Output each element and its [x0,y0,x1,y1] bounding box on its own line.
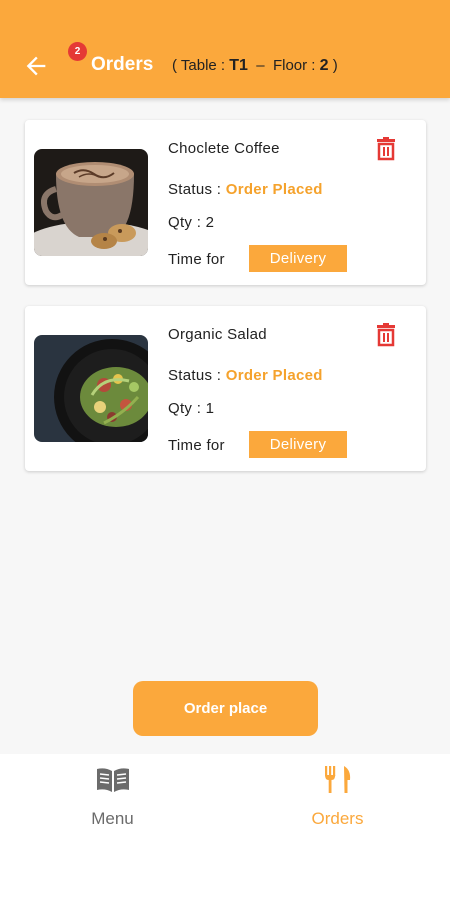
item-quantity: Qty : 1 [168,400,215,417]
nav-menu-label: Menu [91,809,134,828]
book-icon [97,768,129,792]
back-arrow-icon[interactable] [22,52,50,80]
trash-icon[interactable] [375,323,397,347]
item-name: Organic Salad [168,326,267,343]
time-for-label: Time for [168,437,225,454]
trash-icon[interactable] [375,137,397,161]
table-floor-info: ( Table : T1 – Floor : 2 ) [172,57,338,75]
delivery-chip[interactable]: Delivery [249,245,347,272]
floor-value: 2 [319,57,329,74]
order-status: Status : Order Placed [168,367,323,384]
status-label: Status : [168,181,222,198]
order-place-button[interactable]: Order place [133,681,318,736]
order-status: Status : Order Placed [168,181,323,198]
status-value: Order Placed [225,367,323,384]
coffee-image [34,149,148,256]
closing-paren: ) [332,57,338,74]
order-count-badge: 2 [68,42,87,61]
fork-knife-icon [325,766,351,793]
app-bar: 2 Orders ( Table : T1 – Floor : 2 ) [0,0,450,98]
nav-orders-label: Orders [311,809,364,828]
table-value: T1 [229,57,248,74]
bottom-navigation: Menu Orders [0,754,450,900]
status-value: Order Placed [225,181,323,198]
order-card: Organic Salad Status : Order Placed Qty … [25,306,426,471]
separator: – [256,57,265,74]
table-label: ( Table : [172,57,226,74]
order-card: Choclete Coffee Status : Order Placed Qt… [25,120,426,285]
nav-menu[interactable]: Menu [0,754,225,844]
status-label: Status : [168,367,222,384]
item-name: Choclete Coffee [168,140,280,157]
floor-label: Floor : [272,57,316,74]
delivery-chip[interactable]: Delivery [249,431,347,458]
page-title: Orders [91,54,154,75]
nav-orders[interactable]: Orders [225,754,450,844]
item-quantity: Qty : 2 [168,214,215,231]
salad-image [34,335,148,442]
time-for-label: Time for [168,251,225,268]
